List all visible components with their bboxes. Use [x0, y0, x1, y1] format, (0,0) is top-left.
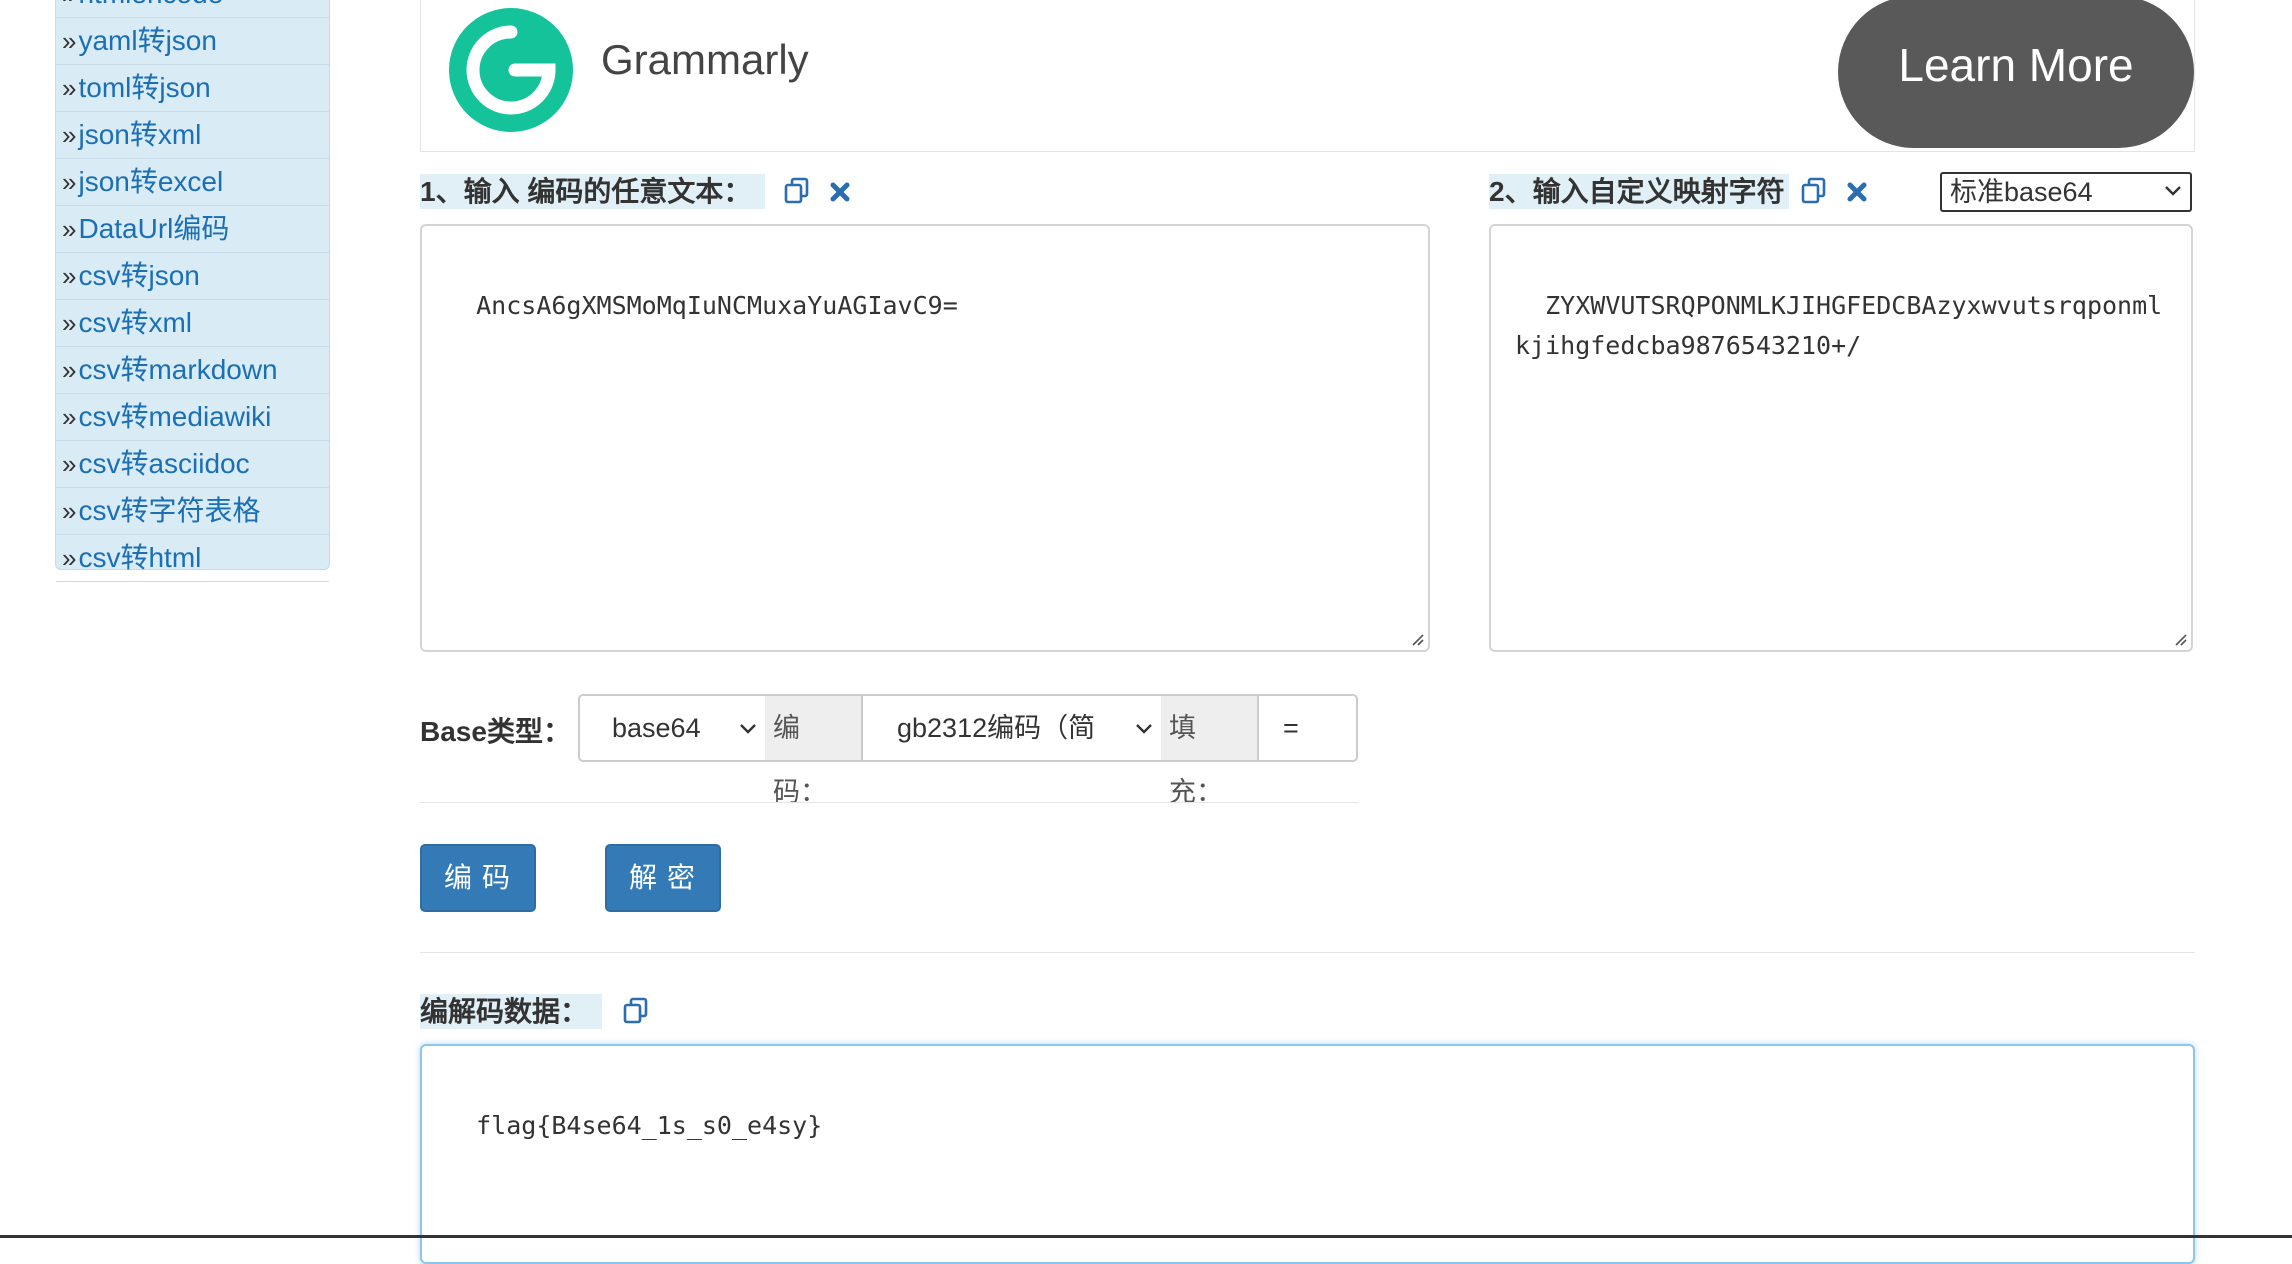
ad-brand-name: Grammarly	[601, 36, 809, 83]
output-textarea[interactable]: flag{B4se64_1s_s0_e4sy}	[420, 1044, 2195, 1264]
encode-button[interactable]: 编码	[420, 844, 536, 912]
bullet-icon: »	[62, 120, 77, 150]
sidebar-item-label: json转xml	[78, 119, 202, 150]
input-label-row: 1、输入 编码的任意文本：	[420, 170, 851, 211]
sidebar-item-label: csv转html	[78, 542, 202, 573]
padding-value: =	[1283, 713, 1299, 743]
bullet-icon: »	[62, 355, 77, 385]
mapping-label-row: 2、输入自定义映射字符	[1489, 170, 1868, 211]
input-label: 1、输入 编码的任意文本：	[420, 174, 766, 209]
resize-grip-icon[interactable]	[2172, 631, 2188, 647]
sidebar-item[interactable]: »csv转字符表格	[56, 488, 329, 535]
mapping-preset-select[interactable]: 标准base64	[1940, 172, 2192, 212]
encoding-select[interactable]: gb2312编码（简	[861, 694, 1163, 762]
grammarly-logo-icon	[449, 8, 573, 132]
sidebar-item[interactable]: »json转xml	[56, 112, 329, 159]
sidebar-item[interactable]: »csv转markdown	[56, 347, 329, 394]
sidebar-item[interactable]: »csv转mediawiki	[56, 394, 329, 441]
bullet-icon: »	[62, 402, 77, 432]
ad-banner[interactable]: Grammarly Learn More	[420, 0, 2195, 152]
sidebar-item[interactable]: »csv转html	[56, 535, 329, 582]
bullet-icon: »	[62, 308, 77, 338]
sidebar-list: »htmlencode»yaml转json»toml转json»json转xml…	[56, 0, 329, 582]
learn-more-button[interactable]: Learn More	[1838, 0, 2194, 148]
bullet-icon: »	[62, 449, 77, 479]
mapping-label: 2、输入自定义映射字符	[1489, 174, 1789, 209]
sidebar-item-label: yaml转json	[78, 25, 217, 56]
copy-icon[interactable]	[622, 996, 650, 1031]
output-text: flag{B4se64_1s_s0_e4sy}	[476, 1111, 823, 1140]
output-label: 编解码数据：	[420, 994, 603, 1029]
clear-icon[interactable]	[829, 178, 851, 210]
sidebar-item-label: json转excel	[78, 166, 224, 197]
bullet-icon: »	[62, 496, 77, 526]
sidebar-item[interactable]: »csv转xml	[56, 300, 329, 347]
bullet-icon: »	[62, 167, 77, 197]
bullet-icon: »	[62, 73, 77, 103]
input-text: AncsA6gXMSMoMqIuNCMuxaYuAGIavC9=	[476, 291, 958, 320]
copy-icon[interactable]	[783, 176, 811, 211]
divider	[420, 952, 2195, 953]
chevron-down-icon	[2165, 186, 2181, 196]
base-type-select[interactable]: base64	[578, 694, 767, 762]
divider	[420, 802, 1358, 803]
sidebar-item[interactable]: »csv转asciidoc	[56, 441, 329, 488]
bullet-icon: »	[62, 214, 77, 244]
bullet-icon: »	[62, 0, 76, 9]
sidebar-item-label: csv转asciidoc	[78, 448, 250, 479]
copy-icon[interactable]	[1800, 176, 1828, 211]
bullet-icon: »	[62, 543, 77, 573]
sidebar-item[interactable]: »DataUrl编码	[56, 206, 329, 253]
clear-icon[interactable]	[1846, 178, 1868, 210]
sidebar-item-label: toml转json	[78, 72, 211, 103]
sidebar-item-label: csv转字符表格	[78, 495, 261, 526]
base-type-value: base64	[612, 713, 701, 743]
output-label-row: 编解码数据：	[420, 990, 650, 1031]
input-textarea[interactable]: AncsA6gXMSMoMqIuNCMuxaYuAGIavC9=	[420, 224, 1430, 652]
sidebar-item[interactable]: »toml转json	[56, 65, 329, 112]
base-type-label: Base类型：	[420, 716, 571, 747]
sidebar-nav: »htmlencode»yaml转json»toml转json»json转xml…	[55, 0, 330, 582]
sidebar-item-label: DataUrl编码	[78, 213, 230, 244]
bullet-icon: »	[62, 26, 77, 56]
sidebar-item-label: csv转mediawiki	[78, 401, 272, 432]
sidebar-item[interactable]: »csv转json	[56, 253, 329, 300]
sidebar-item-label: csv转json	[78, 260, 200, 291]
mapping-text: ZYXWVUTSRQPONMLKJIHGFEDCBAzyxwvutsrqponm…	[1515, 291, 2163, 360]
mapping-preset-value: 标准base64	[1950, 177, 2093, 207]
decode-button[interactable]: 解密	[605, 844, 721, 912]
resize-grip-icon[interactable]	[1409, 631, 1425, 647]
padding-addon: 填充：	[1161, 694, 1259, 807]
sidebar-item[interactable]: »htmlencode	[56, 0, 329, 18]
sidebar-item[interactable]: »yaml转json	[56, 18, 329, 65]
encoding-addon: 编码：	[765, 694, 863, 807]
padding-input[interactable]: =	[1257, 694, 1358, 762]
bullet-icon: »	[62, 261, 77, 291]
chevron-down-icon	[740, 724, 756, 734]
sidebar-item[interactable]: »json转excel	[56, 159, 329, 206]
encoding-value: gb2312编码（简	[897, 713, 1096, 743]
chevron-down-icon	[1136, 724, 1152, 734]
sidebar-item-label: htmlencode	[78, 0, 223, 9]
sidebar-item-label: csv转xml	[78, 307, 193, 338]
sidebar-item-label: csv转markdown	[78, 354, 278, 385]
mapping-textarea[interactable]: ZYXWVUTSRQPONMLKJIHGFEDCBAzyxwvutsrqponm…	[1489, 224, 2193, 652]
